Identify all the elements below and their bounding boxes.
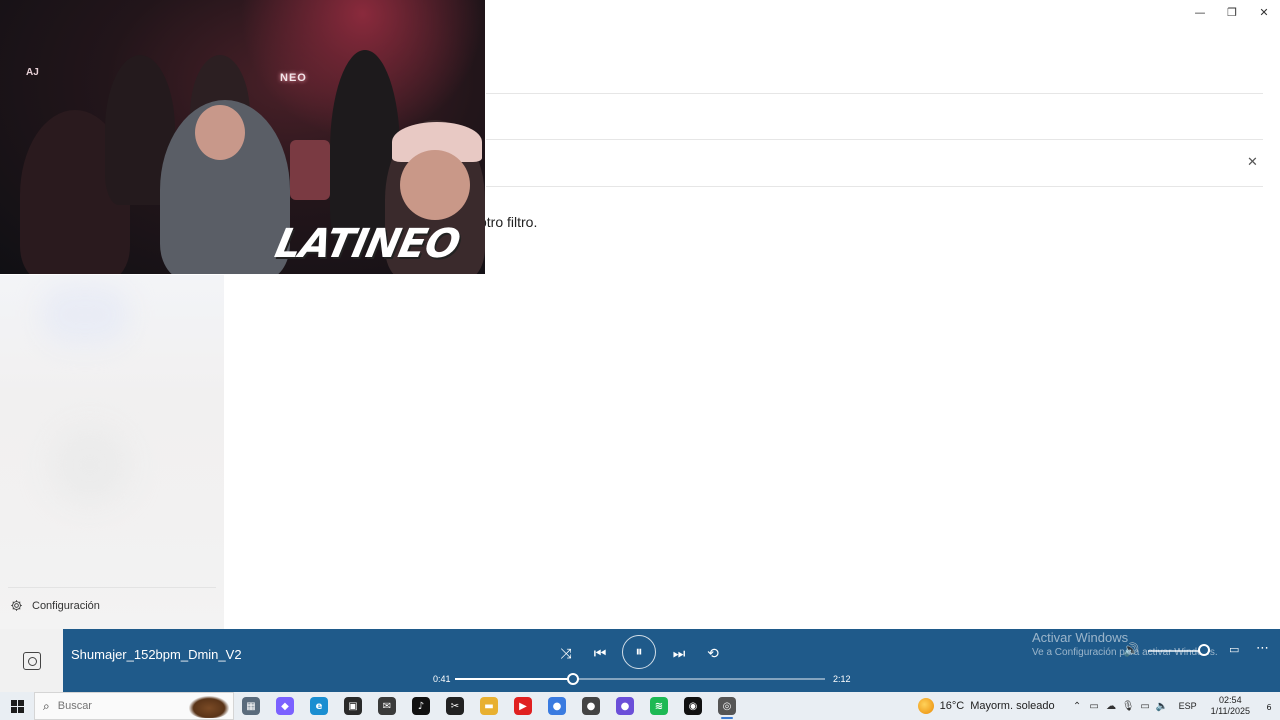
edge-icon: e (310, 697, 328, 715)
cloud-icon[interactable]: ☁ (1103, 701, 1120, 712)
taskbar-app-youtube[interactable]: ▶ (506, 692, 540, 720)
video-overlay[interactable]: AJ NEO LATINEO (0, 0, 485, 274)
taskbar-app-chrome-alt[interactable]: ● (574, 692, 608, 720)
clock[interactable]: 02:54 1/11/2025 (1211, 695, 1250, 717)
taskbar-app-chrome[interactable]: ● (540, 692, 574, 720)
search-input[interactable] (57, 700, 168, 712)
miniplayer-icon[interactable]: ▭ (1229, 643, 1239, 656)
album-art[interactable] (0, 629, 63, 692)
seek-bar[interactable] (455, 673, 825, 685)
tray-app-icon[interactable]: ▭ (1086, 701, 1103, 712)
sidebar-item-settings[interactable]: Configuración (10, 599, 100, 612)
chrome-profile-icon: ● (616, 697, 634, 715)
taskbar-app-explorer[interactable]: ▬ (472, 692, 506, 720)
sidebar-item-label: Configuración (32, 599, 100, 612)
window-controls: — ❐ ✕ (1184, 0, 1280, 24)
taskbar-app-media-player[interactable]: ◎ (710, 692, 744, 720)
neon-sign: NEO (280, 72, 307, 84)
active-indicator (721, 717, 733, 719)
volume-icon[interactable]: 🔊 (1123, 643, 1139, 658)
taskbar-app-task-view[interactable]: ▦ (234, 692, 268, 720)
clock-date: 1/11/2025 (1210, 706, 1250, 716)
wall-text: AJ (26, 67, 39, 78)
pause-icon: ⏸ (635, 644, 643, 660)
total-duration: 2:12 (833, 674, 851, 684)
filter-close-button[interactable]: ✕ (1247, 156, 1261, 170)
media-player-icon: ◎ (718, 697, 736, 715)
chevron-up-icon[interactable]: ⌃ (1069, 701, 1086, 712)
spotify-icon: ≋ (650, 697, 668, 715)
restore-button[interactable]: ❐ (1216, 0, 1248, 24)
previous-icon: ⏮ (593, 646, 607, 662)
close-window-button[interactable]: ✕ (1248, 0, 1280, 24)
network-icon[interactable]: ▭ (1137, 701, 1154, 712)
filter-message: otro filtro. (479, 214, 538, 230)
repeat-button[interactable]: ⟲ (698, 639, 728, 669)
microphone-icon[interactable]: 🎙 (1120, 701, 1137, 712)
taskbar-app-capcut[interactable]: ✂ (438, 692, 472, 720)
gear-icon (11, 600, 22, 611)
weather-widget[interactable]: 16°C Mayorm. soleado (917, 698, 1055, 714)
taskbar-app-mail[interactable]: ✉ (370, 692, 404, 720)
seek-fill (455, 678, 574, 680)
language-indicator[interactable]: ESP (1179, 701, 1197, 711)
elapsed-time: 0:41 (433, 674, 451, 684)
next-icon: ⏭ (672, 646, 686, 662)
volume-handle[interactable] (1197, 644, 1210, 656)
copilot-icon: ◆ (276, 697, 294, 715)
divider (486, 93, 1263, 94)
shuffle-icon: ⤨ (560, 646, 572, 662)
task-view-icon: ▦ (242, 697, 260, 715)
chrome-icon: ● (548, 697, 566, 715)
taskbar-app-edge[interactable]: e (302, 692, 336, 720)
taskbar-apps: ▦ ◆ e ▣ ✉ ♪ ✂ ▬ ▶ ● ● ● ≋ ◉ ◎ (234, 692, 744, 720)
windows-logo-icon (10, 699, 24, 713)
minimize-button[interactable]: — (1184, 0, 1216, 24)
speaker-icon[interactable]: 🔈 (1154, 701, 1171, 712)
sidebar-divider (8, 587, 216, 588)
sidebar: Configuración (0, 275, 224, 629)
notification-icon[interactable]: 6 (1258, 699, 1280, 713)
repeat-icon: ⟲ (707, 646, 719, 662)
clock-time: 02:54 (1219, 695, 1242, 705)
next-button[interactable]: ⏭ (664, 639, 694, 669)
search-highlight-image (189, 696, 229, 718)
taskbar-app-store[interactable]: ▣ (336, 692, 370, 720)
taskbar: ⌕ ▦ ◆ e ▣ ✉ ♪ ✂ ▬ ▶ ● ● ● ≋ ◉ ◎ 16°C Mayorm. soleado ⌃… (0, 692, 1280, 720)
taskbar-app-chrome-profile[interactable]: ● (608, 692, 642, 720)
more-options-icon[interactable]: ⋯ (1256, 641, 1269, 656)
youtube-icon: ▶ (514, 697, 532, 715)
chrome-alt-icon: ● (582, 697, 600, 715)
explorer-icon: ▬ (480, 697, 498, 715)
taskbar-app-copilot[interactable]: ◆ (268, 692, 302, 720)
pause-button[interactable]: ⏸ (622, 635, 656, 669)
track-title[interactable]: Shumajer_152bpm_Dmin_V2 (71, 647, 242, 662)
search-icon: ⌕ (43, 698, 50, 713)
app-dark-icon: ◉ (684, 697, 702, 715)
divider (486, 186, 1263, 187)
media-player-bar: Shumajer_152bpm_Dmin_V2 ⤨ ⏮ ⏸ ⏭ ⟲ 0:41 2… (63, 629, 1280, 692)
system-tray: 16°C Mayorm. soleado ⌃ ▭ ☁ 🎙 ▭ 🔈 ESP 02:… (917, 692, 1280, 720)
taskbar-app-tiktok[interactable]: ♪ (404, 692, 438, 720)
store-icon: ▣ (344, 697, 362, 715)
taskbar-search[interactable]: ⌕ (34, 692, 234, 720)
seek-handle[interactable] (567, 673, 580, 685)
taskbar-app-spotify[interactable]: ≋ (642, 692, 676, 720)
weather-temp: 16°C (939, 700, 965, 712)
capcut-icon: ✂ (446, 697, 464, 715)
tiktok-icon: ♪ (412, 697, 430, 715)
weather-desc: Mayorm. soleado (970, 700, 1055, 712)
shuffle-button[interactable]: ⤨ (551, 639, 581, 669)
divider (486, 139, 1263, 140)
notification-count: 6 (1266, 703, 1272, 712)
weather-sun-icon (917, 698, 934, 714)
previous-button[interactable]: ⏮ (585, 639, 615, 669)
start-button[interactable] (0, 692, 34, 720)
taskbar-app-app-dark[interactable]: ◉ (676, 692, 710, 720)
music-disc-icon (22, 651, 41, 670)
mail-icon: ✉ (378, 697, 396, 715)
latineo-logo: LATINEO (271, 221, 464, 267)
